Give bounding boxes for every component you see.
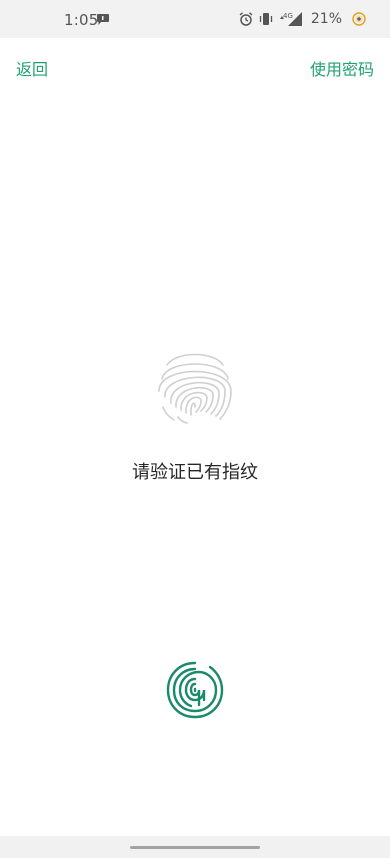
status-time: 1:05 bbox=[64, 11, 99, 29]
back-button[interactable]: 返回 bbox=[16, 56, 48, 80]
battery-percent: 21% bbox=[310, 11, 342, 27]
status-bar: 1:05 4G 21% bbox=[0, 0, 390, 38]
status-icons: 4G 21% bbox=[233, 10, 366, 28]
svg-text:4G: 4G bbox=[283, 12, 293, 20]
signal-icon: 4G bbox=[279, 12, 302, 26]
battery-saver-icon bbox=[352, 12, 366, 26]
verify-fingerprint-prompt: 请验证已有指纹 bbox=[132, 462, 258, 483]
vibrate-icon bbox=[259, 13, 273, 25]
alarm-icon bbox=[239, 12, 253, 26]
fingerprint-sensor-icon[interactable] bbox=[165, 660, 225, 720]
navigation-bar bbox=[0, 836, 390, 858]
fingerprint-icon bbox=[158, 353, 232, 424]
message-icon bbox=[97, 14, 109, 25]
home-indicator[interactable] bbox=[130, 846, 260, 849]
use-password-button[interactable]: 使用密码 bbox=[310, 56, 374, 80]
